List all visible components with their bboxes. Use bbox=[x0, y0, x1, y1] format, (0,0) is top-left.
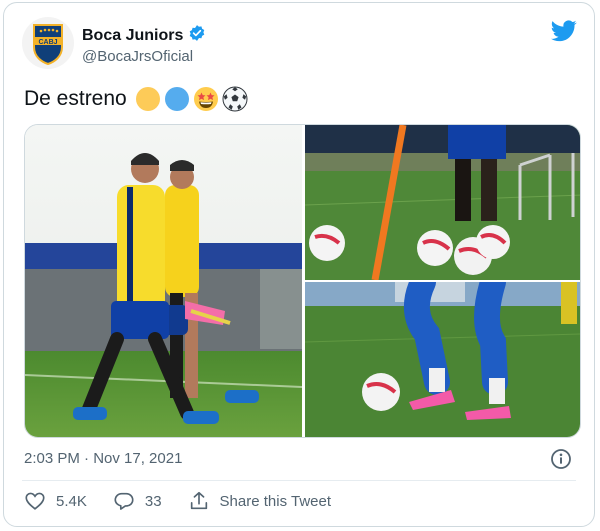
reply-button[interactable]: 33 bbox=[113, 490, 162, 512]
avatar[interactable]: CABJ bbox=[22, 17, 74, 69]
tweet-text: De estreno bbox=[24, 86, 248, 112]
player-feet-image bbox=[305, 282, 580, 437]
soccer-ball-icon bbox=[222, 86, 248, 112]
photo-player-feet[interactable] bbox=[305, 282, 580, 437]
display-name[interactable]: Boca Juniors bbox=[82, 27, 183, 45]
yellow-circle-icon bbox=[135, 87, 160, 111]
share-arrow-icon bbox=[190, 491, 207, 510]
blue-circle-icon bbox=[164, 87, 189, 111]
tweet-body: De estreno bbox=[24, 87, 127, 110]
share-label: Share this Tweet bbox=[219, 492, 331, 510]
tweet-actions-bar: 5.4K 33 Share this Tweet bbox=[24, 490, 357, 512]
photo-balls-training[interactable] bbox=[305, 125, 580, 280]
speech-bubble-icon bbox=[114, 492, 134, 510]
divider bbox=[22, 480, 576, 481]
reply-count: 33 bbox=[144, 492, 162, 510]
heart-icon bbox=[25, 492, 45, 510]
players-walking-image bbox=[25, 125, 302, 437]
like-button[interactable]: 5.4K bbox=[24, 490, 87, 512]
tweet-card[interactable]: CABJ Boca Juniors @BocaJrsOficial De est… bbox=[3, 2, 595, 527]
crest-text: CABJ bbox=[38, 39, 57, 46]
tweet-media-grid[interactable] bbox=[24, 124, 581, 438]
verified-badge-icon bbox=[188, 24, 206, 47]
star-struck-face-icon bbox=[193, 87, 218, 111]
balls-training-image bbox=[305, 125, 580, 280]
info-icon[interactable] bbox=[550, 448, 572, 470]
share-button[interactable]: Share this Tweet bbox=[188, 490, 331, 512]
twitter-bird-icon[interactable] bbox=[551, 20, 577, 42]
tweet-timestamp[interactable]: 2:03 PM · Nov 17, 2021 bbox=[24, 450, 182, 467]
boca-juniors-crest-icon: CABJ bbox=[33, 24, 63, 66]
like-count: 5.4K bbox=[56, 492, 87, 510]
user-handle[interactable]: @BocaJrsOficial bbox=[82, 48, 193, 65]
photo-players-walking[interactable] bbox=[25, 125, 302, 437]
